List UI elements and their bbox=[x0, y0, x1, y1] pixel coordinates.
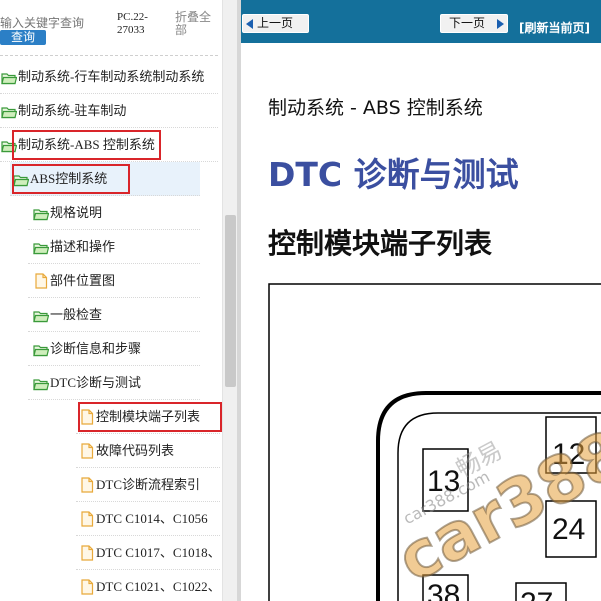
tree-item-braking-service[interactable]: 制动系统-行车制动系统制动系统 bbox=[0, 60, 218, 94]
tree-item-dtc-c1014[interactable]: DTC C1014、C1056 bbox=[76, 502, 220, 536]
page-icon bbox=[79, 443, 95, 459]
tree-item-label: 描述和操作 bbox=[50, 239, 116, 254]
tree-item-label: 一般检查 bbox=[50, 307, 103, 322]
navigation-tree-pane: 查询 PC.22-27033 折叠全部 制动系统-行车制动系统制动系统制动系统-… bbox=[0, 0, 237, 601]
search-bar: 查询 PC.22-27033 折叠全部 bbox=[0, 0, 237, 56]
tree-item-label: DTC诊断与测试 bbox=[50, 375, 142, 390]
pin-number: 24 bbox=[552, 513, 585, 546]
highlight-box bbox=[12, 130, 161, 160]
tree-item-specifications[interactable]: 规格说明 bbox=[28, 196, 200, 230]
pin-number: 27 bbox=[520, 587, 553, 601]
page-icon bbox=[79, 579, 95, 595]
page-icon bbox=[79, 511, 95, 527]
folder-open-icon bbox=[33, 240, 50, 255]
page-subheading: 控制模块端子列表 bbox=[268, 227, 493, 260]
tree-item-label: 诊断信息和步骤 bbox=[50, 341, 142, 356]
previous-page-label: 上一页 bbox=[257, 16, 294, 30]
scrollbar-thumb[interactable] bbox=[225, 215, 236, 387]
tree-item-label: DTC C1017、C1018、 bbox=[96, 545, 221, 560]
tree-item-label: 部件位置图 bbox=[50, 273, 116, 288]
folder-open-icon bbox=[33, 376, 50, 391]
page-icon bbox=[79, 545, 95, 561]
folder-open-icon bbox=[33, 342, 50, 357]
highlight-box bbox=[12, 164, 130, 194]
document-code: PC.22-27033 bbox=[117, 11, 148, 36]
tree-item-diagnostic-info[interactable]: 诊断信息和步骤 bbox=[28, 332, 200, 366]
tree-item-component-locator[interactable]: 部件位置图 bbox=[28, 264, 200, 298]
collapse-all-link[interactable]: 折叠全部 bbox=[175, 11, 221, 37]
tree-item-dtc-c1021[interactable]: DTC C1021、C1022、 bbox=[76, 570, 221, 601]
tree-item-label: DTC诊断流程索引 bbox=[96, 477, 201, 492]
search-button[interactable]: 查询 bbox=[0, 30, 46, 45]
tree-item-label: 制动系统-行车制动系统制动系统 bbox=[18, 69, 205, 84]
tree-item-description[interactable]: 描述和操作 bbox=[28, 230, 200, 264]
arrow-right-icon bbox=[497, 19, 504, 29]
folder-open-icon bbox=[1, 70, 18, 85]
arrow-left-icon bbox=[246, 19, 253, 29]
tree-item-general-check[interactable]: 一般检查 bbox=[28, 298, 200, 332]
tree-scrollbar[interactable] bbox=[222, 0, 237, 601]
pin-number: 13 bbox=[427, 465, 460, 498]
pin-number: 38 bbox=[427, 579, 460, 601]
refresh-page-link[interactable]: [刷新当前页] bbox=[519, 19, 590, 36]
tree-item-label: 规格说明 bbox=[50, 205, 103, 220]
folder-open-icon bbox=[1, 104, 18, 119]
highlight-box bbox=[78, 402, 222, 432]
folder-open-icon bbox=[33, 206, 50, 221]
previous-page-button[interactable]: 上一页 bbox=[242, 14, 309, 33]
tree-item-label: DTC C1021、C1022、 bbox=[96, 579, 221, 594]
tree-item-dtc-list[interactable]: 故障代码列表 bbox=[76, 434, 220, 468]
tree-item-dtc-c1017[interactable]: DTC C1017、C1018、 bbox=[76, 536, 221, 570]
page-icon bbox=[33, 273, 49, 289]
tree-item-dtc-diagnosis[interactable]: DTC诊断与测试 bbox=[28, 366, 200, 400]
tree-item-parking-brake[interactable]: 制动系统-驻车制动 bbox=[0, 94, 218, 128]
divider bbox=[0, 55, 218, 56]
next-page-label: 下一页 bbox=[449, 16, 486, 30]
tree-item-label: DTC C1014、C1056 bbox=[96, 511, 208, 526]
tree-item-label: 故障代码列表 bbox=[96, 443, 175, 458]
page-heading: DTC 诊断与测试 bbox=[268, 155, 519, 194]
next-page-button[interactable]: 下一页 bbox=[440, 14, 508, 33]
tree-item-label: 制动系统-驻车制动 bbox=[18, 103, 127, 118]
connector-diagram: 13 12 24 38 27 bbox=[268, 283, 601, 601]
page-icon bbox=[79, 477, 95, 493]
tree-item-dtc-flow-index[interactable]: DTC诊断流程索引 bbox=[76, 468, 220, 502]
section-title: 制动系统 - ABS 控制系统 bbox=[268, 97, 483, 119]
page-nav-bar: 上一页 下一页 [刷新当前页] bbox=[241, 0, 601, 43]
folder-open-icon bbox=[33, 308, 50, 323]
pin-number: 12 bbox=[552, 438, 585, 471]
document-pane: 上一页 下一页 [刷新当前页] 制动系统 - ABS 控制系统 DTC 诊断与测… bbox=[241, 0, 601, 601]
